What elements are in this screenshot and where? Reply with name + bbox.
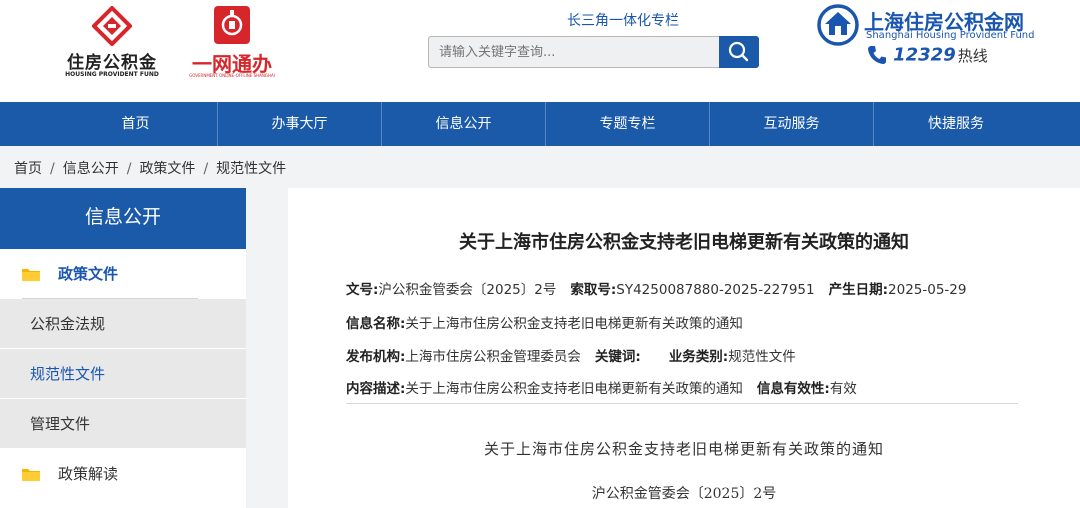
body-doc-number: 沪公积金管委会〔2025〕2号 xyxy=(591,486,777,502)
meta-divider xyxy=(346,403,1018,404)
yiwangtongban-logo[interactable]: 一网通办 GOVERNMENT ONLINE-OFFLINE SHANGHAI xyxy=(184,4,280,80)
body-title: 关于上海市住房公积金支持老旧电梯更新有关政策的通知 xyxy=(483,440,884,458)
meta-name: 关于上海市住房公积金支持老旧电梯更新有关政策的通知 xyxy=(405,316,743,332)
sidebar-item-label: 政策文件 xyxy=(58,265,119,283)
article-panel: 关于上海市住房公积金支持老旧电梯更新有关政策的通知 文号:沪公积金管委会〔202… xyxy=(288,188,1080,508)
meta-row-1: 文号:沪公积金管委会〔2025〕2号 索取号:SY4250087880-2025-… xyxy=(346,278,966,298)
meta-org: 上海市住房公积金管理委员会 xyxy=(405,349,581,365)
sidebar-item-normative-docs[interactable]: 规范性文件 xyxy=(0,349,246,399)
house-logo-icon xyxy=(817,4,859,46)
ywtb-logo-subtext: GOVERNMENT ONLINE-OFFLINE SHANGHAI xyxy=(189,73,275,78)
meta-doc-no-label: 文号: xyxy=(346,282,379,298)
phone-icon xyxy=(868,46,886,64)
meta-desc-label: 内容描述: xyxy=(346,381,406,397)
meta-category-label: 业务类别: xyxy=(668,349,729,365)
meta-doc-no: 沪公积金管委会〔2025〕2号 xyxy=(378,282,557,298)
yangtze-delta-column-link[interactable]: 长三角一体化专栏 xyxy=(548,10,698,30)
meta-keyword-label: 关键词: xyxy=(594,349,641,365)
sidebar-item-policy-docs[interactable]: 政策文件 xyxy=(0,249,246,299)
breadcrumb-normative-docs[interactable]: 规范性文件 xyxy=(216,161,286,177)
site-header: 住房公积金 HOUSING PROVIDENT FUND 一网通办 GOVERN… xyxy=(0,0,1080,102)
meta-name-label: 信息名称: xyxy=(346,316,406,332)
nav-item-info-disclosure[interactable]: 信息公开 xyxy=(382,102,546,146)
main-nav: 首页 办事大厅 信息公开 专题专栏 互动服务 快捷服务 xyxy=(0,102,1080,146)
sidebar-item-management-docs[interactable]: 管理文件 xyxy=(0,399,246,449)
meta-desc: 关于上海市住房公积金支持老旧电梯更新有关政策的通知 xyxy=(405,381,743,397)
hotline[interactable]: 12329 热线 xyxy=(866,44,988,70)
shanghai-hpf-site-logo[interactable]: 上海住房公积金网 Shanghai Housing Provident Fund xyxy=(816,4,1056,46)
search-icon xyxy=(728,41,749,62)
ywtb-logo-icon xyxy=(214,6,250,44)
hpf-diamond-logo-icon xyxy=(92,6,132,46)
sidebar: 信息公开 政策文件 公积金法规 规范性文件 管理文件 政策解读 xyxy=(0,188,246,508)
meta-index: SY4250087880-2025-227951 xyxy=(616,282,815,298)
meta-date: 2025-05-29 xyxy=(888,282,967,298)
breadcrumb-separator: / xyxy=(126,161,132,177)
breadcrumb: 首页 / 信息公开 / 政策文件 / 规范性文件 xyxy=(14,158,286,178)
meta-row-2: 信息名称:关于上海市住房公积金支持老旧电梯更新有关政策的通知 xyxy=(346,312,743,332)
sidebar-item-label: 政策解读 xyxy=(58,465,119,483)
breadcrumb-separator: / xyxy=(50,161,55,177)
breadcrumb-separator: / xyxy=(203,161,209,177)
folder-icon xyxy=(22,469,40,481)
breadcrumb-policy-docs[interactable]: 政策文件 xyxy=(139,161,195,177)
nav-item-service-hall[interactable]: 办事大厅 xyxy=(218,102,382,146)
breadcrumb-home[interactable]: 首页 xyxy=(14,161,42,177)
nav-item-quick-service[interactable]: 快捷服务 xyxy=(874,102,1038,146)
breadcrumb-info-disclosure[interactable]: 信息公开 xyxy=(63,161,119,177)
hotline-label: 热线 xyxy=(957,46,988,65)
hpf-logo-text: 住房公积金 xyxy=(67,53,157,73)
hotline-number: 12329 xyxy=(893,44,956,66)
meta-validity: 有效 xyxy=(829,381,857,397)
meta-row-3: 发布机构:上海市住房公积金管理委员会 关键词: 业务类别:规范性文件 xyxy=(346,345,796,365)
meta-index-label: 索取号: xyxy=(570,282,617,298)
meta-validity-label: 信息有效性: xyxy=(756,381,830,397)
meta-date-label: 产生日期: xyxy=(828,282,889,298)
meta-category: 规范性文件 xyxy=(728,349,796,365)
sidebar-item-policy-interpretation[interactable]: 政策解读 xyxy=(0,449,246,499)
hpf-logo-subtext: HOUSING PROVIDENT FUND xyxy=(65,71,159,78)
sidebar-title: 信息公开 xyxy=(0,188,246,249)
page: 住房公积金 HOUSING PROVIDENT FUND 一网通办 GOVERN… xyxy=(0,0,1080,508)
nav-item-home[interactable]: 首页 xyxy=(54,102,218,146)
sidebar-item-hpf-regulations[interactable]: 公积金法规 xyxy=(0,299,246,349)
search-input[interactable] xyxy=(428,36,720,68)
housing-provident-fund-logo[interactable]: 住房公积金 HOUSING PROVIDENT FUND xyxy=(52,4,172,80)
meta-row-4: 内容描述:关于上海市住房公积金支持老旧电梯更新有关政策的通知 信息有效性:有效 xyxy=(346,377,857,397)
folder-icon xyxy=(22,269,40,281)
site-logo-subtext: Shanghai Housing Provident Fund xyxy=(866,30,1035,41)
nav-item-special-topics[interactable]: 专题专栏 xyxy=(546,102,710,146)
meta-org-label: 发布机构: xyxy=(346,349,406,365)
article-title: 关于上海市住房公积金支持老旧电梯更新有关政策的通知 xyxy=(459,232,909,253)
search-button[interactable] xyxy=(719,36,759,68)
nav-item-interactive-service[interactable]: 互动服务 xyxy=(710,102,874,146)
